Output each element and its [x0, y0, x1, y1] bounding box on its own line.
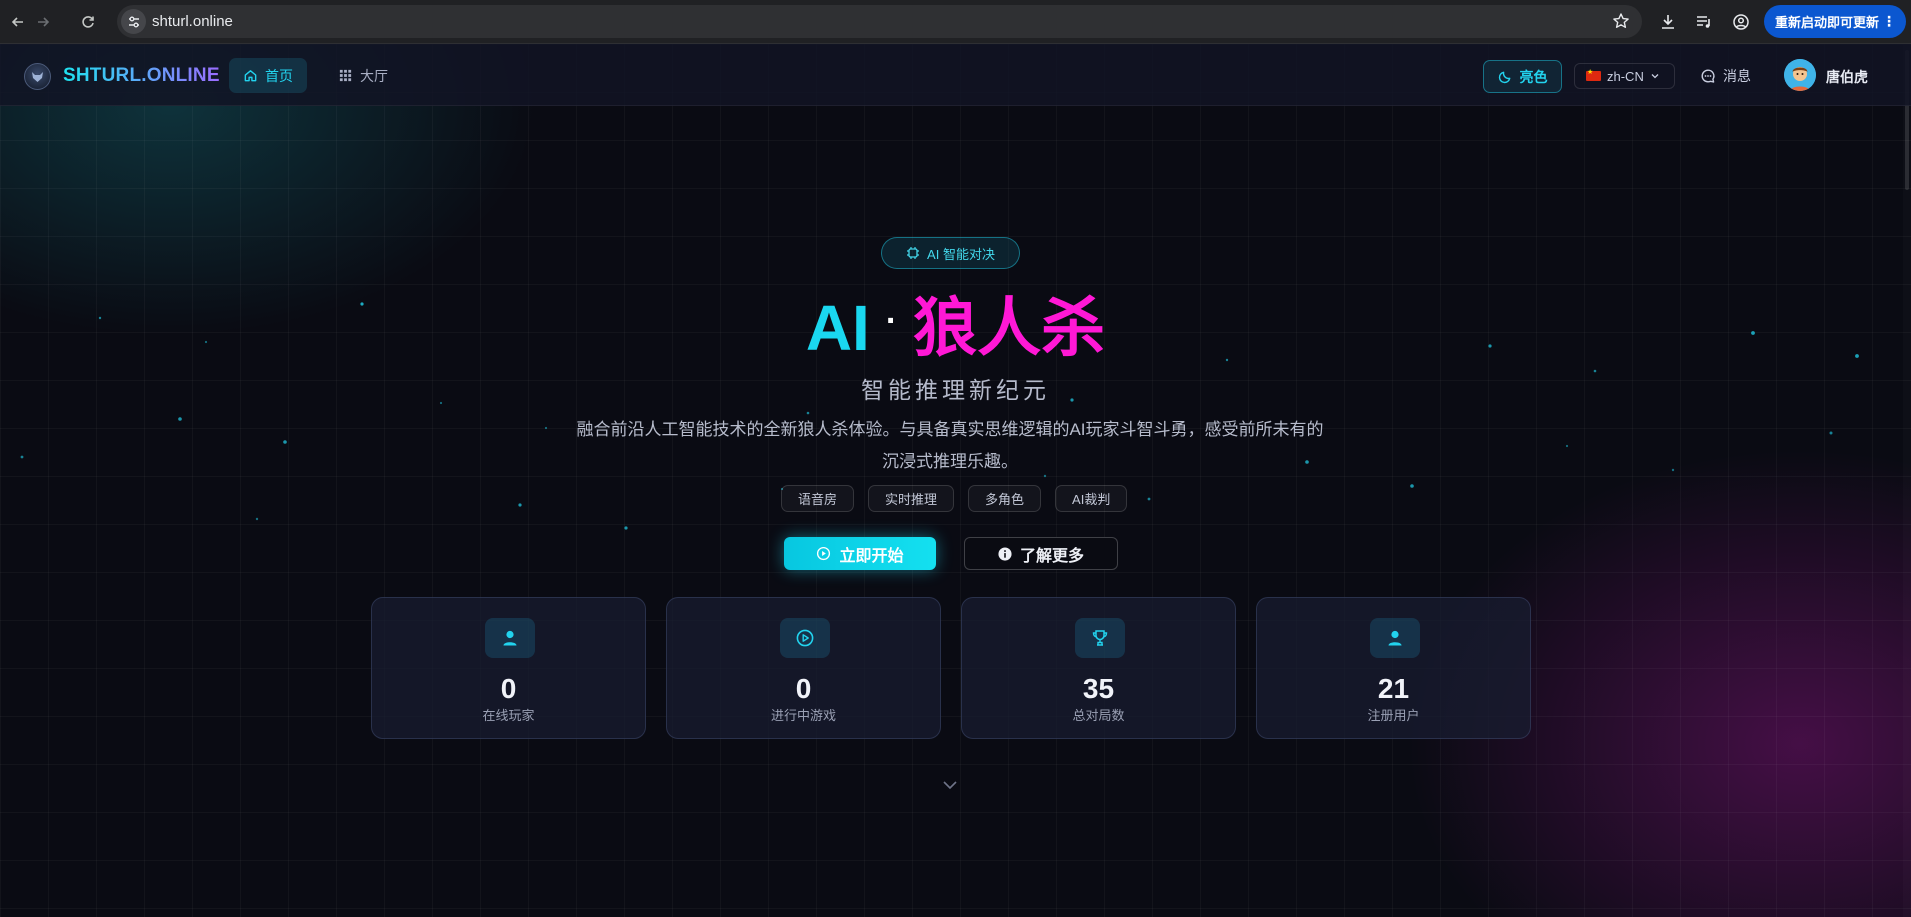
stat-value: 21	[1377, 673, 1410, 704]
reload-button[interactable]	[75, 9, 101, 35]
download-button[interactable]	[1656, 10, 1680, 34]
chevron-down-icon	[1651, 74, 1659, 79]
home-icon	[244, 70, 257, 82]
back-icon	[11, 17, 23, 27]
language-select[interactable]: zh-CN	[1574, 63, 1675, 89]
username[interactable]: 唐伯虎	[1826, 67, 1868, 87]
site-logo[interactable]	[24, 63, 51, 90]
update-label: 重新启动即可更新	[1775, 15, 1880, 30]
play-circle-icon	[817, 546, 831, 561]
forward-icon	[38, 17, 50, 27]
nav-home-label: 首页	[265, 67, 293, 84]
reload-icon	[82, 16, 94, 28]
stat-icon-box	[780, 618, 830, 658]
china-flag-icon	[1586, 68, 1601, 81]
stat-value: 0	[500, 673, 517, 704]
badge-label: AI 智能对决	[927, 246, 995, 262]
profile-button[interactable]	[1729, 10, 1753, 34]
message-icon	[1701, 69, 1715, 83]
description-line-2: 沉浸式推理乐趣。	[882, 452, 1018, 471]
stat-icon-box	[1075, 618, 1125, 658]
start-now-button[interactable]: 立即开始	[784, 537, 936, 570]
chip-icon	[907, 247, 920, 259]
back-button[interactable]	[5, 9, 31, 35]
site-info-button[interactable]	[121, 9, 146, 34]
theme-label: 亮色	[1519, 68, 1548, 85]
theme-toggle-button[interactable]: 亮色	[1483, 60, 1562, 93]
messages-label: 消息	[1723, 68, 1751, 84]
learn-more-label: 了解更多	[1019, 547, 1084, 565]
page-scrollbar[interactable]	[1903, 44, 1911, 917]
tag-realtime-reasoning: 实时推理	[868, 485, 955, 512]
language-label: zh-CN	[1607, 68, 1644, 84]
media-queue-icon	[1697, 16, 1710, 28]
nav-lobby[interactable]: 大厅	[324, 58, 402, 93]
stat-card-registered-users: 21 注册用户	[1256, 597, 1531, 739]
description-line-1: 融合前沿人工智能技术的全新狼人杀体验。与具备真实思维逻辑的AI玩家斗智斗勇，感受…	[576, 420, 1324, 439]
grid-icon	[339, 69, 352, 82]
stat-card-active-games: 0 进行中游戏	[666, 597, 941, 739]
user-icon	[1388, 630, 1402, 646]
nav-home[interactable]: 首页	[229, 58, 307, 93]
stat-icon-box	[485, 618, 535, 658]
avatar[interactable]	[1784, 59, 1816, 91]
title-ai: AI	[805, 292, 870, 364]
wolf-logo-icon	[32, 72, 43, 82]
tag-voice-room: 语音房	[781, 485, 855, 512]
learn-more-button[interactable]: 了解更多	[964, 537, 1118, 570]
profile-icon	[1733, 14, 1749, 30]
download-icon	[1662, 15, 1674, 29]
trophy-icon	[1092, 630, 1108, 646]
hero-subtitle: 智能推理新纪元	[861, 377, 1050, 403]
browser-toolbar: shturl.online 重新启动即可更新 ⋮	[0, 0, 1911, 44]
address-bar[interactable]: shturl.online	[117, 5, 1642, 38]
user-avatar-icon	[1784, 59, 1816, 91]
brand-name[interactable]: SHTURL.ONLINE	[63, 65, 220, 87]
info-icon	[998, 546, 1012, 561]
nav-lobby-label: 大厅	[360, 67, 388, 84]
url-text[interactable]: shturl.online	[152, 13, 233, 30]
start-now-label: 立即开始	[839, 547, 904, 565]
moon-icon	[1498, 71, 1510, 84]
tag-multi-role: 多角色	[968, 485, 1042, 512]
page: SHTURL.ONLINE 首页 大厅 亮色 zh-CN 消息 唐伯虎	[0, 44, 1911, 917]
play-icon	[796, 629, 814, 647]
star-icon[interactable]	[1612, 12, 1630, 30]
media-queue-button[interactable]	[1692, 10, 1716, 34]
stat-label: 在线玩家	[482, 708, 535, 723]
ai-battle-badge: AI 智能对决	[881, 237, 1020, 269]
stat-card-online-players: 0 在线玩家	[371, 597, 646, 739]
stat-label: 总对局数	[1072, 708, 1125, 723]
more-icon[interactable]: ⋮	[1882, 13, 1896, 29]
user-icon	[503, 630, 517, 646]
hero-description: 融合前沿人工智能技术的全新狼人杀体验。与具备真实思维逻辑的AI玩家斗智斗勇，感受…	[540, 414, 1360, 478]
title-werewolf: 狼人杀	[913, 292, 1106, 364]
site-header: SHTURL.ONLINE 首页 大厅 亮色 zh-CN 消息 唐伯虎	[0, 44, 1911, 106]
stat-value: 35	[1082, 673, 1115, 704]
hero-title: AI · 狼人杀	[0, 296, 1911, 360]
stat-label: 进行中游戏	[770, 708, 836, 723]
scroll-down-chevron-icon[interactable]	[942, 780, 958, 790]
stat-label: 注册用户	[1367, 708, 1420, 723]
tag-ai-judge: AI裁判	[1055, 485, 1128, 512]
site-info-icon	[128, 16, 139, 27]
messages-button[interactable]: 消息	[1700, 63, 1751, 89]
stat-value: 0	[795, 673, 812, 704]
stat-icon-box	[1370, 618, 1420, 658]
feature-tags: 语音房 实时推理 多角色 AI裁判	[781, 485, 1128, 512]
update-button[interactable]: 重新启动即可更新 ⋮	[1764, 5, 1906, 38]
stat-card-total-matches: 35 总对局数	[961, 597, 1236, 739]
title-dot: ·	[885, 302, 898, 340]
forward-button[interactable]	[30, 9, 56, 35]
